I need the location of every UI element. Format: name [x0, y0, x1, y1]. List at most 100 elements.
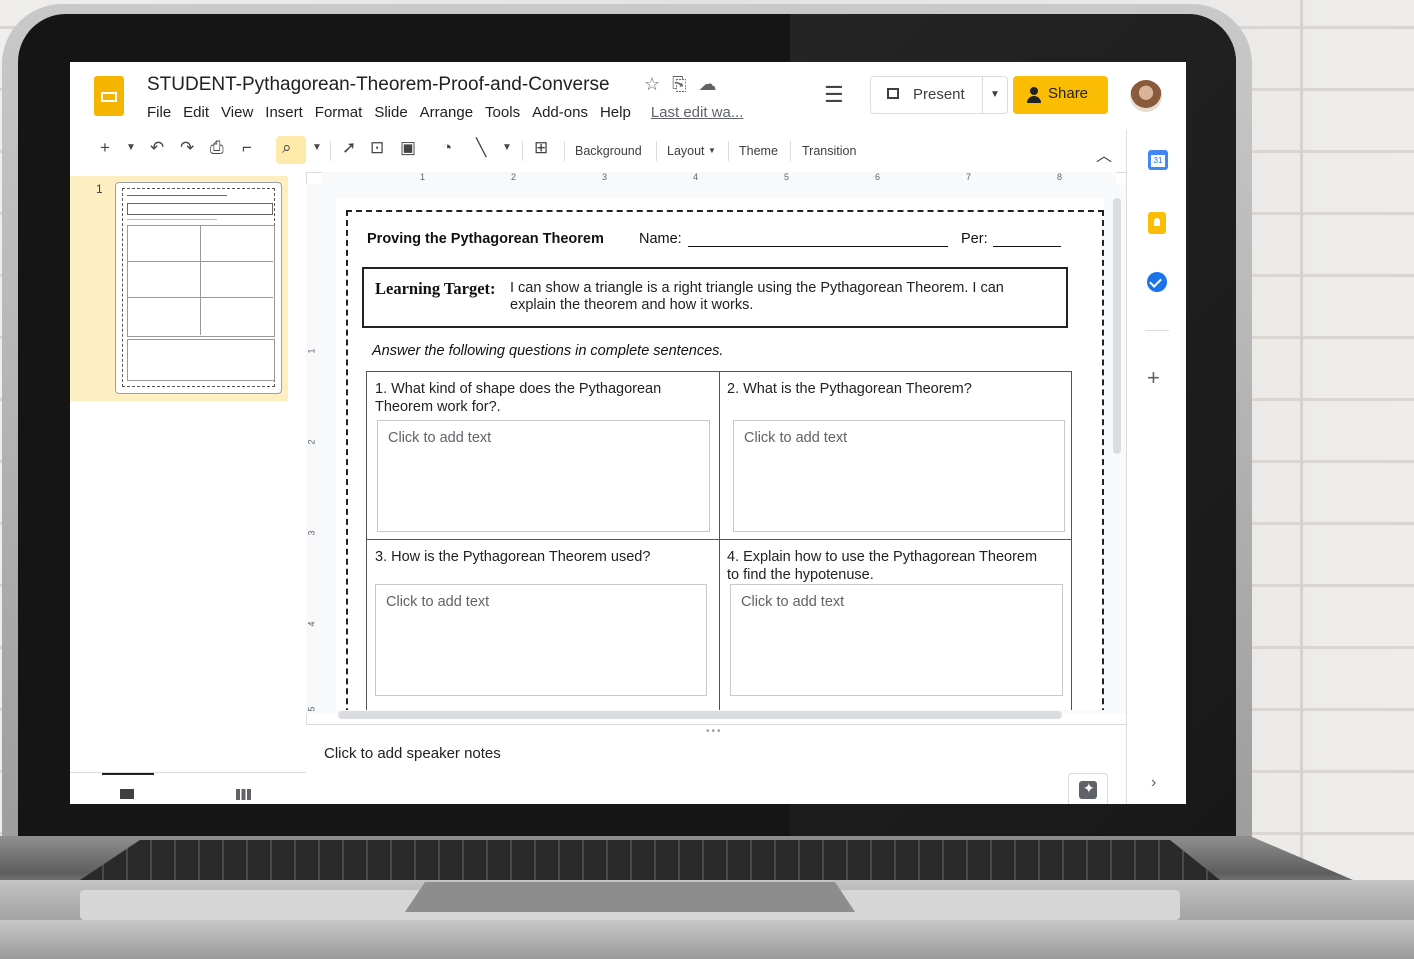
move-to-folder-icon[interactable]: ⎘	[672, 74, 698, 94]
layout-dropdown-icon[interactable]: ▼	[708, 146, 716, 155]
line-icon[interactable]: ╲	[476, 138, 486, 158]
menu-insert[interactable]: Insert	[265, 104, 303, 121]
filmstrip-view-toggle	[70, 772, 306, 804]
thumb-grid	[127, 225, 275, 337]
speaker-notes-placeholder[interactable]: Click to add speaker notes	[324, 745, 501, 762]
shape-icon[interactable]: ◔	[442, 138, 452, 158]
comment-add-icon[interactable]: ⊞	[534, 138, 548, 158]
tasks-icon[interactable]	[1147, 272, 1167, 292]
present-dropdown-icon[interactable]: ▼	[982, 77, 1007, 113]
star-icon[interactable]: ☆	[644, 74, 672, 94]
add-icon[interactable]: +	[1147, 365, 1160, 391]
menu-bar: File Edit View Insert Format Slide Arrange Tool…	[147, 104, 755, 121]
background-button[interactable]: Background	[575, 144, 642, 158]
layout-button[interactable]: Layout	[667, 144, 705, 158]
image-icon[interactable]: ▣	[400, 138, 416, 158]
present-button[interactable]: Present ▼	[870, 76, 1008, 114]
menu-help[interactable]: Help	[600, 104, 631, 121]
answer-box-2[interactable]: Click to add text	[733, 420, 1065, 532]
collapse-menus-icon[interactable]: ︿	[1096, 142, 1112, 166]
document-title[interactable]: STUDENT-Pythagorean-Theorem-Proof-and-Co…	[147, 74, 610, 96]
notes-resize-handle[interactable]: •••	[706, 726, 723, 737]
share-label: Share	[1048, 85, 1089, 102]
comment-history-icon[interactable]: ☰	[824, 82, 850, 108]
line-dropdown-icon[interactable]: ▼	[502, 142, 512, 153]
calendar-icon[interactable]	[1148, 150, 1168, 170]
zoom-dropdown-icon[interactable]: ▼	[312, 142, 322, 153]
menu-tools[interactable]: Tools	[485, 104, 520, 121]
menu-edit[interactable]: Edit	[183, 104, 209, 121]
grid-divider	[367, 539, 1071, 540]
name-label: Name:	[639, 231, 682, 247]
question-4-line2: to find the hypotenuse.	[727, 567, 874, 583]
learning-target-label: Learning Target:	[375, 279, 496, 298]
share-button[interactable]: Share	[1013, 76, 1108, 114]
per-line	[993, 246, 1061, 247]
grid-view-icon[interactable]	[236, 789, 251, 800]
avatar[interactable]	[1130, 80, 1162, 112]
slide-number: 1	[96, 182, 103, 196]
toolbar: + ▼ ↶ ↷ ⎙ ⌐ ⌕ ▼ ➚ ⊡ ▣ ◔ ╲ ▼ ⊞ Background…	[70, 130, 1126, 173]
zoom-icon[interactable]: ⌕	[282, 138, 292, 158]
transition-button[interactable]: Transition	[802, 144, 856, 158]
side-panel-divider	[1145, 330, 1169, 331]
slide-filmstrip: 1	[70, 172, 307, 804]
slide-thumbnail[interactable]	[115, 182, 282, 394]
learning-target-box: Learning Target: I can show a triangle i…	[362, 267, 1068, 328]
present-label: Present	[913, 86, 965, 103]
menu-format[interactable]: Format	[315, 104, 363, 121]
select-icon[interactable]: ➚	[342, 138, 356, 158]
thumb-line	[127, 261, 273, 262]
laptop-screen: STUDENT-Pythagorean-Theorem-Proof-and-Co…	[70, 62, 1186, 804]
slides-logo-icon[interactable]	[94, 76, 124, 116]
toolbar-divider	[564, 141, 565, 161]
menu-arrange[interactable]: Arrange	[420, 104, 473, 121]
filmstrip-tab-indicator	[102, 773, 154, 775]
ruler-mark: 4	[693, 172, 699, 182]
answer-box-3[interactable]: Click to add text	[375, 584, 707, 696]
new-slide-dropdown-icon[interactable]: ▼	[126, 142, 136, 153]
per-label: Per:	[961, 231, 988, 247]
question-1-line1: 1. What kind of shape does the Pythagore…	[375, 381, 662, 397]
ruler-mark: 1	[306, 348, 317, 354]
menu-slide[interactable]: Slide	[374, 104, 407, 121]
theme-button[interactable]: Theme	[739, 144, 778, 158]
new-slide-icon[interactable]: +	[100, 138, 110, 158]
print-icon[interactable]: ⎙	[210, 138, 224, 158]
answer-box-4[interactable]: Click to add text	[730, 584, 1063, 696]
ruler-mark: 2	[306, 439, 317, 445]
filmstrip-view-icon[interactable]	[120, 789, 134, 799]
ruler-mark: 1	[420, 172, 426, 182]
chevron-right-icon[interactable]: ›	[1151, 774, 1156, 792]
keep-icon[interactable]	[1148, 212, 1166, 234]
toolbar-divider	[522, 141, 523, 161]
paint-format-icon[interactable]: ⌐	[242, 138, 252, 158]
answer-box-1[interactable]: Click to add text	[377, 420, 710, 532]
explore-button[interactable]: ✦	[1068, 773, 1108, 804]
title-icons: ☆⎘☁	[644, 74, 729, 95]
vertical-scrollbar[interactable]	[1113, 198, 1121, 454]
ruler-mark: 3	[306, 530, 317, 536]
menu-addons[interactable]: Add-ons	[532, 104, 588, 121]
last-edit-link[interactable]: Last edit wa...	[651, 104, 744, 121]
question-3: 3. How is the Pythagorean Theorem used?	[375, 548, 650, 566]
textbox-icon[interactable]: ⊡	[370, 138, 384, 158]
menu-view[interactable]: View	[221, 104, 253, 121]
undo-icon[interactable]: ↶	[150, 138, 164, 158]
menu-file[interactable]: File	[147, 104, 171, 121]
cloud-status-icon[interactable]: ☁	[699, 74, 729, 94]
thumb-line	[127, 195, 227, 196]
horizontal-scrollbar[interactable]	[338, 711, 1062, 719]
present-icon	[887, 88, 899, 99]
slide-canvas[interactable]: Proving the Pythagorean Theorem Name: Pe…	[336, 198, 1104, 710]
question-4-line1: 4. Explain how to use the Pythagorean Th…	[727, 549, 1038, 565]
question-1: 1. What kind of shape does the Pythagore…	[375, 380, 661, 416]
thumb-triangles	[127, 339, 275, 381]
thumbnail-content	[122, 188, 275, 387]
toolbar-divider	[656, 141, 657, 161]
ruler-mark: 8	[1057, 172, 1063, 182]
ruler-mark: 2	[511, 172, 517, 182]
ruler-mark: 3	[602, 172, 608, 182]
redo-icon[interactable]: ↷	[180, 138, 194, 158]
question-2-line1: 2. What is the Pythagorean Theorem?	[727, 381, 972, 397]
